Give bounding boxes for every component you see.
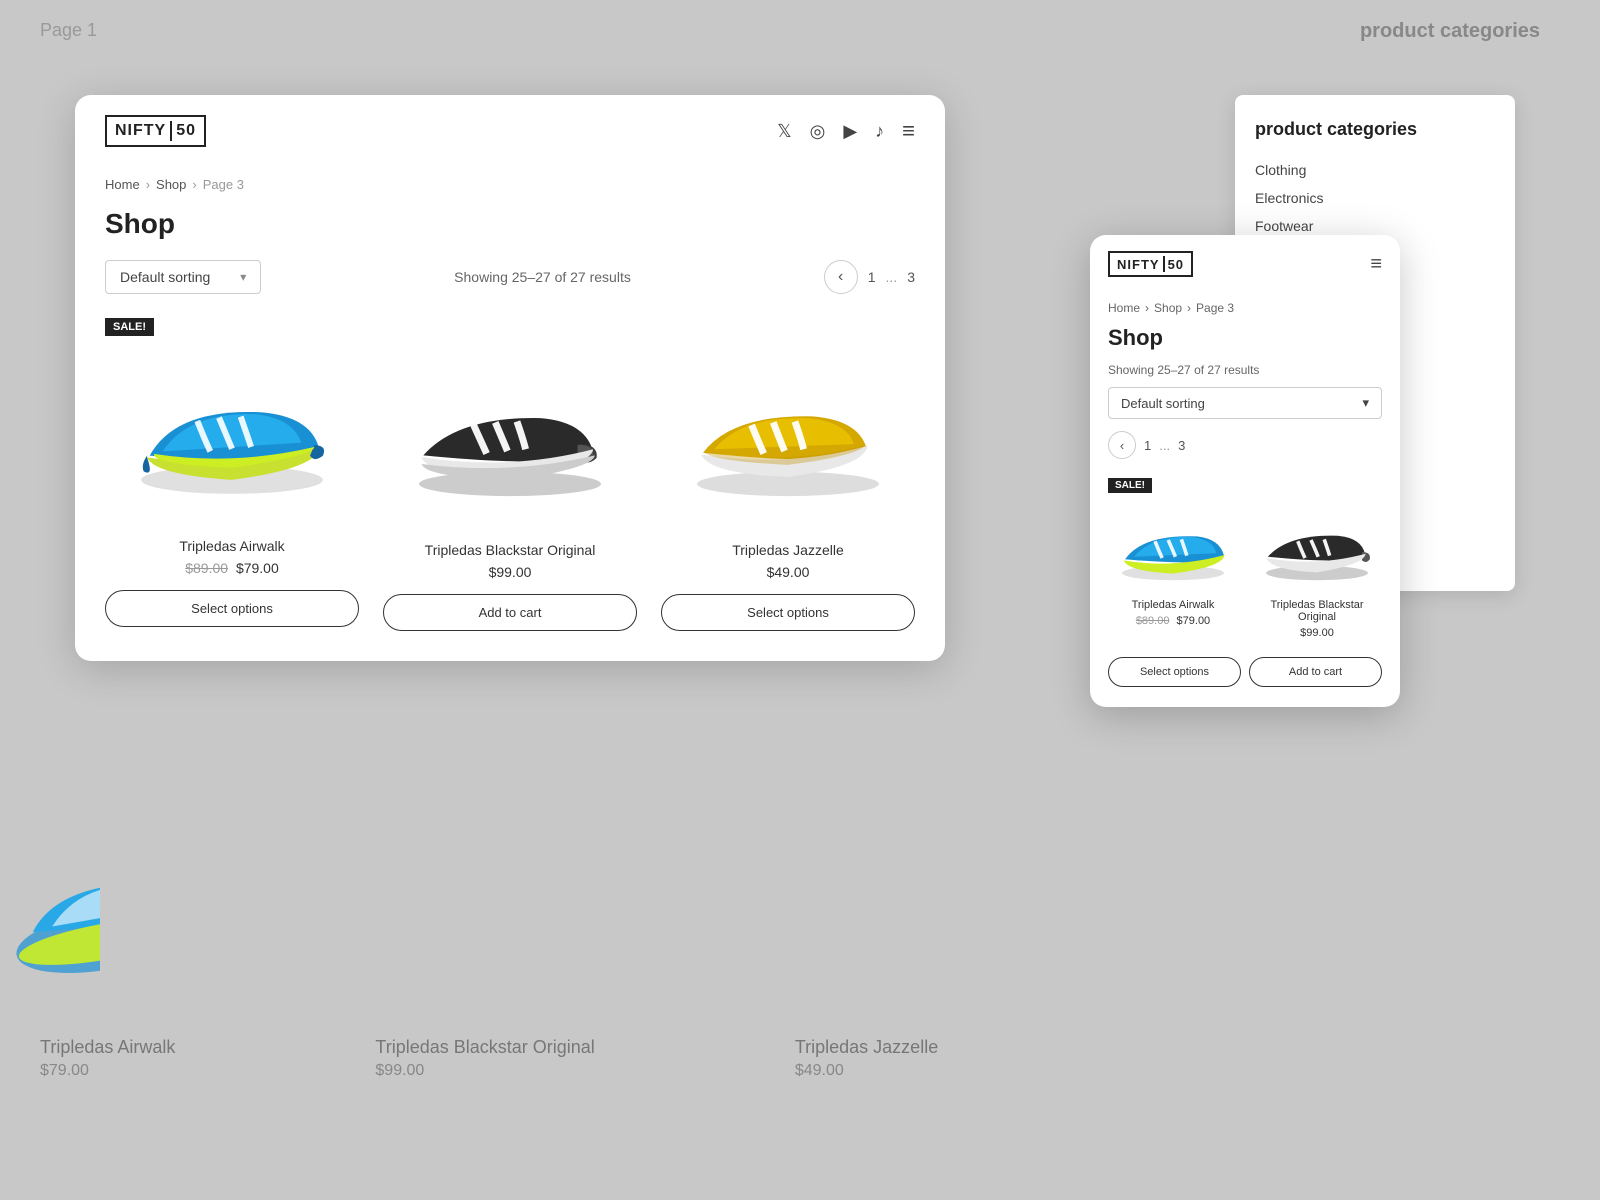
bg-product-2-price: $99.00 — [375, 1062, 594, 1080]
desktop-modal-body: Home › Shop › Page 3 Shop Default sortin… — [75, 167, 945, 661]
mobile-product-1-price: $89.00 $79.00 — [1136, 615, 1210, 627]
mobile-btn-row: Select options Add to cart — [1108, 657, 1382, 687]
mobile-product-grid: Tripledas Airwalk $89.00 $79.00 — [1108, 501, 1382, 647]
chevron-down-icon: ▾ — [240, 270, 246, 284]
mobile-logo-right: 50 — [1168, 257, 1184, 272]
sale-badge-1: SALE! — [105, 318, 154, 336]
mobile-sort-label: Default sorting — [1121, 396, 1205, 411]
mobile-chevron-icon: ▾ — [1362, 395, 1369, 411]
mobile-product-1-orig: $89.00 — [1136, 615, 1170, 627]
prev-page-button[interactable]: ‹ — [824, 260, 858, 294]
menu-icon[interactable]: ≡ — [902, 118, 915, 144]
mobile-breadcrumb-page: Page 3 — [1196, 301, 1234, 315]
mobile-product-img-1 — [1108, 501, 1238, 591]
product-1-price: $89.00 $79.00 — [185, 560, 279, 576]
product-3-price: $49.00 — [767, 564, 810, 580]
mobile-results-text: Showing 25–27 of 27 results — [1108, 363, 1382, 377]
sidebar-title: product categories — [1255, 119, 1495, 140]
mobile-breadcrumb-home[interactable]: Home — [1108, 301, 1140, 315]
bg-product-3-price: $49.00 — [795, 1062, 938, 1080]
bg-product-1-price: $79.00 — [40, 1062, 175, 1080]
product-2-price: $99.00 — [489, 564, 532, 580]
bg-blue-shoe — [0, 840, 100, 1040]
product-1-name: Tripledas Airwalk — [179, 538, 284, 554]
mobile-menu-icon[interactable]: ≡ — [1370, 253, 1382, 276]
breadcrumb-shop[interactable]: Shop — [156, 177, 186, 192]
page-1-link[interactable]: 1 — [868, 269, 876, 285]
bg-product-1-name: Tripledas Airwalk — [40, 1037, 175, 1058]
mobile-product-card-2: Tripledas Blackstar Original $99.00 — [1252, 501, 1382, 647]
mobile-body: Home › Shop › Page 3 Shop Showing 25–27 … — [1090, 293, 1400, 707]
bg-top-left-text: Page 1 — [40, 20, 97, 41]
product-1-select-button[interactable]: Select options — [105, 590, 359, 627]
youtube-icon[interactable]: ▶ — [843, 121, 857, 142]
desktop-logo: NIFTY 50 — [105, 115, 206, 147]
product-card-1: SALE! — [105, 318, 359, 631]
desktop-header-icons: 𝕏 ◎ ▶ ♪ ≡ — [777, 118, 915, 144]
breadcrumb: Home › Shop › Page 3 — [105, 177, 915, 192]
mobile-header: NIFTY 50 ≡ — [1090, 235, 1400, 293]
twitter-icon[interactable]: 𝕏 — [777, 121, 792, 142]
sort-label: Default sorting — [120, 269, 210, 285]
sort-dropdown[interactable]: Default sorting ▾ — [105, 260, 261, 294]
tiktok-icon[interactable]: ♪ — [875, 121, 884, 142]
mobile-modal: NIFTY 50 ≡ Home › Shop › Page 3 Shop Sho… — [1090, 235, 1400, 707]
mobile-product-1-sale: $79.00 — [1177, 615, 1211, 627]
mobile-sort-dropdown[interactable]: Default sorting ▾ — [1108, 387, 1382, 419]
mobile-product-1-name: Tripledas Airwalk — [1132, 599, 1215, 611]
pagination: ‹ 1 ... 3 — [824, 260, 915, 294]
desktop-modal-header: NIFTY 50 𝕏 ◎ ▶ ♪ ≡ — [75, 95, 945, 167]
logo-left: NIFTY — [115, 122, 166, 140]
page-title: Shop — [105, 208, 915, 240]
product-grid: SALE! — [105, 318, 915, 631]
mobile-product-2-name: Tripledas Blackstar Original — [1252, 599, 1382, 623]
bg-product-2-name: Tripledas Blackstar Original — [375, 1037, 594, 1058]
mobile-logo: NIFTY 50 — [1108, 251, 1193, 277]
sidebar-item-electronics[interactable]: Electronics — [1255, 184, 1495, 212]
mobile-breadcrumb: Home › Shop › Page 3 — [1108, 301, 1382, 315]
results-text: Showing 25–27 of 27 results — [454, 269, 631, 285]
product-img-1 — [105, 344, 359, 524]
mobile-sale-badge: SALE! — [1108, 478, 1152, 493]
product-2-name: Tripledas Blackstar Original — [425, 542, 596, 558]
mobile-breadcrumb-shop[interactable]: Shop — [1154, 301, 1182, 315]
mobile-pagination: ‹ 1 ... 3 — [1108, 431, 1382, 459]
mobile-product-img-2 — [1252, 501, 1382, 591]
product-3-select-button[interactable]: Select options — [661, 594, 915, 631]
product-1-original-price: $89.00 — [185, 560, 228, 576]
bg-top-right-text: product categories — [1360, 20, 1540, 43]
mobile-logo-left: NIFTY — [1117, 257, 1160, 272]
product-2-add-button[interactable]: Add to cart — [383, 594, 637, 631]
breadcrumb-home[interactable]: Home — [105, 177, 140, 192]
page-3-link[interactable]: 3 — [907, 269, 915, 285]
mobile-page-dots: ... — [1159, 438, 1170, 453]
desktop-modal: NIFTY 50 𝕏 ◎ ▶ ♪ ≡ Home › Shop › Page 3 … — [75, 95, 945, 661]
mobile-product-card-1: Tripledas Airwalk $89.00 $79.00 — [1108, 501, 1238, 647]
product-img-3 — [661, 348, 915, 528]
breadcrumb-page: Page 3 — [203, 177, 244, 192]
toolbar: Default sorting ▾ Showing 25–27 of 27 re… — [105, 260, 915, 294]
instagram-icon[interactable]: ◎ — [810, 121, 826, 142]
product-card-2: Tripledas Blackstar Original $99.00 Add … — [383, 318, 637, 631]
product-card-3: Tripledas Jazzelle $49.00 Select options — [661, 318, 915, 631]
logo-right: 50 — [176, 122, 196, 140]
mobile-page-1[interactable]: 1 — [1144, 438, 1151, 453]
mobile-page-3[interactable]: 3 — [1178, 438, 1185, 453]
mobile-page-title: Shop — [1108, 325, 1382, 351]
mobile-logo-divider — [1163, 256, 1165, 272]
product-img-2 — [383, 348, 637, 528]
mobile-add-to-cart-button[interactable]: Add to cart — [1249, 657, 1382, 687]
mobile-select-options-button[interactable]: Select options — [1108, 657, 1241, 687]
bg-bottom-products: Tripledas Airwalk $79.00 Tripledas Black… — [40, 1037, 1560, 1080]
mobile-product-2-price: $99.00 — [1300, 627, 1334, 639]
product-3-name: Tripledas Jazzelle — [732, 542, 844, 558]
sidebar-item-clothing[interactable]: Clothing — [1255, 156, 1495, 184]
product-1-sale-price: $79.00 — [236, 560, 279, 576]
mobile-sale-wrapper: SALE! — [1108, 475, 1382, 501]
mobile-prev-button[interactable]: ‹ — [1108, 431, 1136, 459]
bg-product-3-name: Tripledas Jazzelle — [795, 1037, 938, 1058]
logo-divider — [170, 121, 172, 141]
page-dots: ... — [886, 269, 898, 285]
